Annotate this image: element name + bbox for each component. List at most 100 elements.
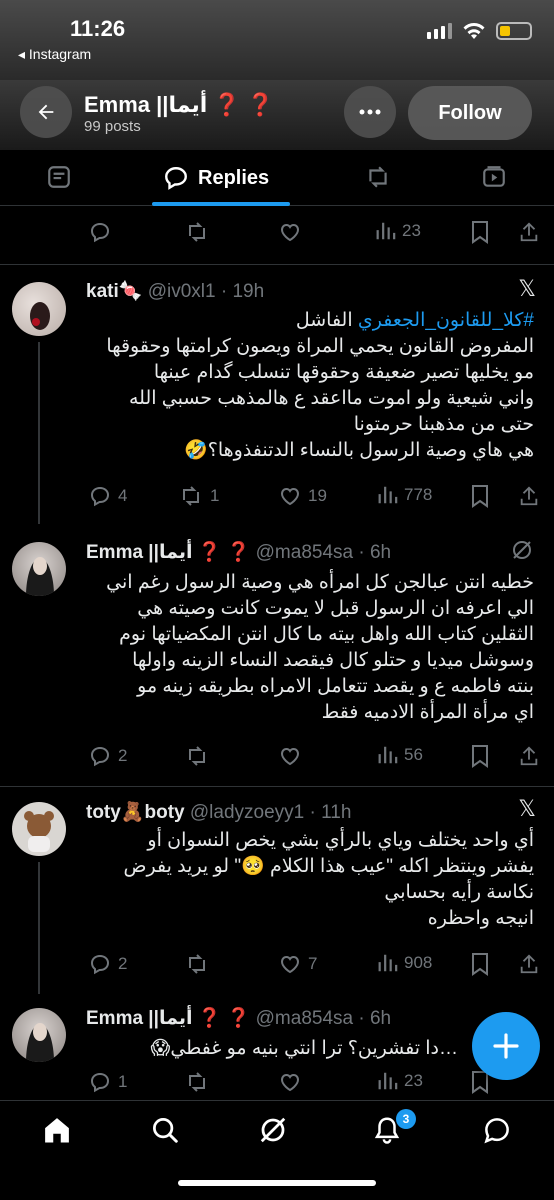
nav-home[interactable]	[42, 1115, 72, 1150]
share-button[interactable]	[518, 484, 540, 508]
retweet-icon	[183, 486, 199, 506]
author-name-marks: ❓ ❓	[197, 1008, 251, 1029]
tab-highlights[interactable]	[364, 164, 392, 195]
hashtag-link[interactable]: #كلا_للقانون_الجعفري	[358, 310, 534, 331]
views-button[interactable]: 908	[376, 952, 432, 974]
author-name[interactable]: Emma ||أيما	[86, 542, 192, 563]
views-icon	[378, 954, 398, 972]
more-button[interactable]	[344, 86, 396, 138]
author-name-suffix: boty	[144, 802, 185, 823]
like-button[interactable]	[278, 744, 302, 768]
tweet-body: خطيه انتن عبالجن كل امرأه هي وصية الرسول…	[106, 572, 534, 723]
share-button[interactable]	[518, 952, 540, 976]
retweet-button[interactable]	[184, 220, 210, 244]
bookmark-button[interactable]	[470, 484, 490, 508]
retweet-button[interactable]: 1	[178, 484, 219, 508]
like-icon	[280, 747, 300, 766]
avatar[interactable]	[12, 542, 66, 596]
share-button[interactable]	[518, 220, 540, 244]
tab-replies[interactable]: Replies	[152, 150, 290, 206]
retweet-icon	[189, 222, 205, 242]
reply-button[interactable]	[88, 220, 112, 244]
reply-icon	[90, 746, 110, 767]
tweet-time: · 6h	[358, 1008, 392, 1029]
messages-icon	[484, 1118, 509, 1144]
compose-icon	[493, 1033, 519, 1059]
bookmark-button[interactable]	[470, 744, 490, 768]
x-logo-icon: 𝕏	[518, 276, 536, 301]
tweet-body: أي واحد يختلف وياي بالرأي بشي يخص النسوا…	[123, 830, 534, 929]
like-icon	[280, 487, 300, 506]
like-button[interactable]	[278, 220, 302, 244]
compose-button[interactable]	[472, 1012, 540, 1080]
avatar[interactable]	[12, 1008, 66, 1062]
tweet-time: · 19h	[220, 281, 265, 302]
share-icon	[520, 954, 538, 974]
bookmark-icon	[472, 485, 488, 508]
views-button[interactable]: 23	[374, 220, 421, 242]
more-icon	[359, 109, 381, 115]
reply-button[interactable]: 4	[88, 484, 127, 508]
avatar[interactable]	[12, 282, 66, 336]
back-to-instagram[interactable]: ◂ Instagram	[18, 46, 91, 63]
tweet-body: المفروض القانون يحمي المراة ويصون كرامته…	[106, 336, 534, 461]
views-count: 23	[404, 1071, 423, 1090]
share-icon	[520, 222, 538, 242]
author-name[interactable]: Emma ||أيما	[86, 1008, 192, 1029]
like-button[interactable]	[278, 1070, 302, 1094]
bookmark-icon	[472, 953, 488, 976]
reply-count: 1	[118, 1072, 128, 1091]
tweet-text: #كلا_للقانون_الجعفري الفاشل	[74, 308, 534, 334]
reply-button[interactable]: 2	[88, 744, 127, 768]
thread-line	[38, 862, 40, 994]
profile-name: Emma ||أيما ❓ ❓	[84, 92, 274, 118]
tab-media[interactable]	[480, 164, 508, 195]
reply-icon	[90, 486, 110, 507]
bookmark-button[interactable]	[470, 220, 490, 244]
like-icon	[280, 955, 300, 974]
nav-search[interactable]	[150, 1115, 180, 1150]
avatar-image	[26, 557, 54, 596]
reply-icon	[90, 954, 110, 975]
share-button[interactable]	[518, 744, 540, 768]
author-handle[interactable]: @iv0xl1	[148, 281, 216, 302]
divider	[0, 786, 554, 787]
follow-button[interactable]: Follow	[408, 86, 532, 140]
back-button[interactable]	[20, 86, 72, 138]
nav-messages[interactable]	[482, 1115, 512, 1150]
reply-count: 2	[118, 746, 128, 765]
profile-name-marks: ❓ ❓	[213, 92, 275, 117]
author-handle[interactable]: @ladyzoeyy1	[190, 802, 304, 823]
reply-button[interactable]: 2	[88, 952, 127, 976]
tweet-actions: 2 7 908	[86, 952, 546, 980]
author-handle[interactable]: @ma854sa	[256, 1008, 353, 1029]
bookmark-button[interactable]	[470, 952, 490, 976]
retweet-icon	[189, 954, 205, 974]
nav-grok[interactable]	[258, 1115, 288, 1150]
views-button[interactable]: 23	[376, 1070, 423, 1092]
retweet-button[interactable]	[184, 1070, 210, 1094]
reply-button[interactable]: 1	[88, 1070, 127, 1094]
retweet-button[interactable]	[184, 744, 210, 768]
author-name[interactable]: kati	[86, 281, 119, 302]
like-button[interactable]: 19	[278, 484, 327, 508]
tweet-actions: 2 56	[86, 744, 546, 772]
retweet-button[interactable]	[184, 952, 210, 976]
views-button[interactable]: 56	[376, 744, 423, 766]
author-handle[interactable]: @ma854sa	[256, 542, 353, 563]
avatar[interactable]	[12, 802, 66, 856]
views-button[interactable]: 778	[376, 484, 432, 506]
like-button[interactable]: 7	[278, 952, 317, 976]
profile-tabs: Replies	[0, 150, 554, 206]
tweet-body: …دا تفشرين؟ ترا انتي بنيه مو غفطي😱	[150, 1038, 458, 1059]
grok-icon[interactable]	[510, 538, 534, 562]
like-count: 19	[308, 486, 327, 505]
avatar-image	[30, 302, 50, 330]
tweet-time: · 6h	[358, 542, 392, 563]
views-icon	[378, 486, 398, 504]
tweet-meta: kati🍬 @iv0xl1 · 19h	[86, 279, 264, 303]
search-icon	[153, 1118, 178, 1143]
tweet-meta: toty🧸boty @ladyzoeyy1 · 11h	[86, 800, 351, 824]
author-name[interactable]: toty	[86, 802, 121, 823]
tab-posts[interactable]	[46, 164, 72, 195]
